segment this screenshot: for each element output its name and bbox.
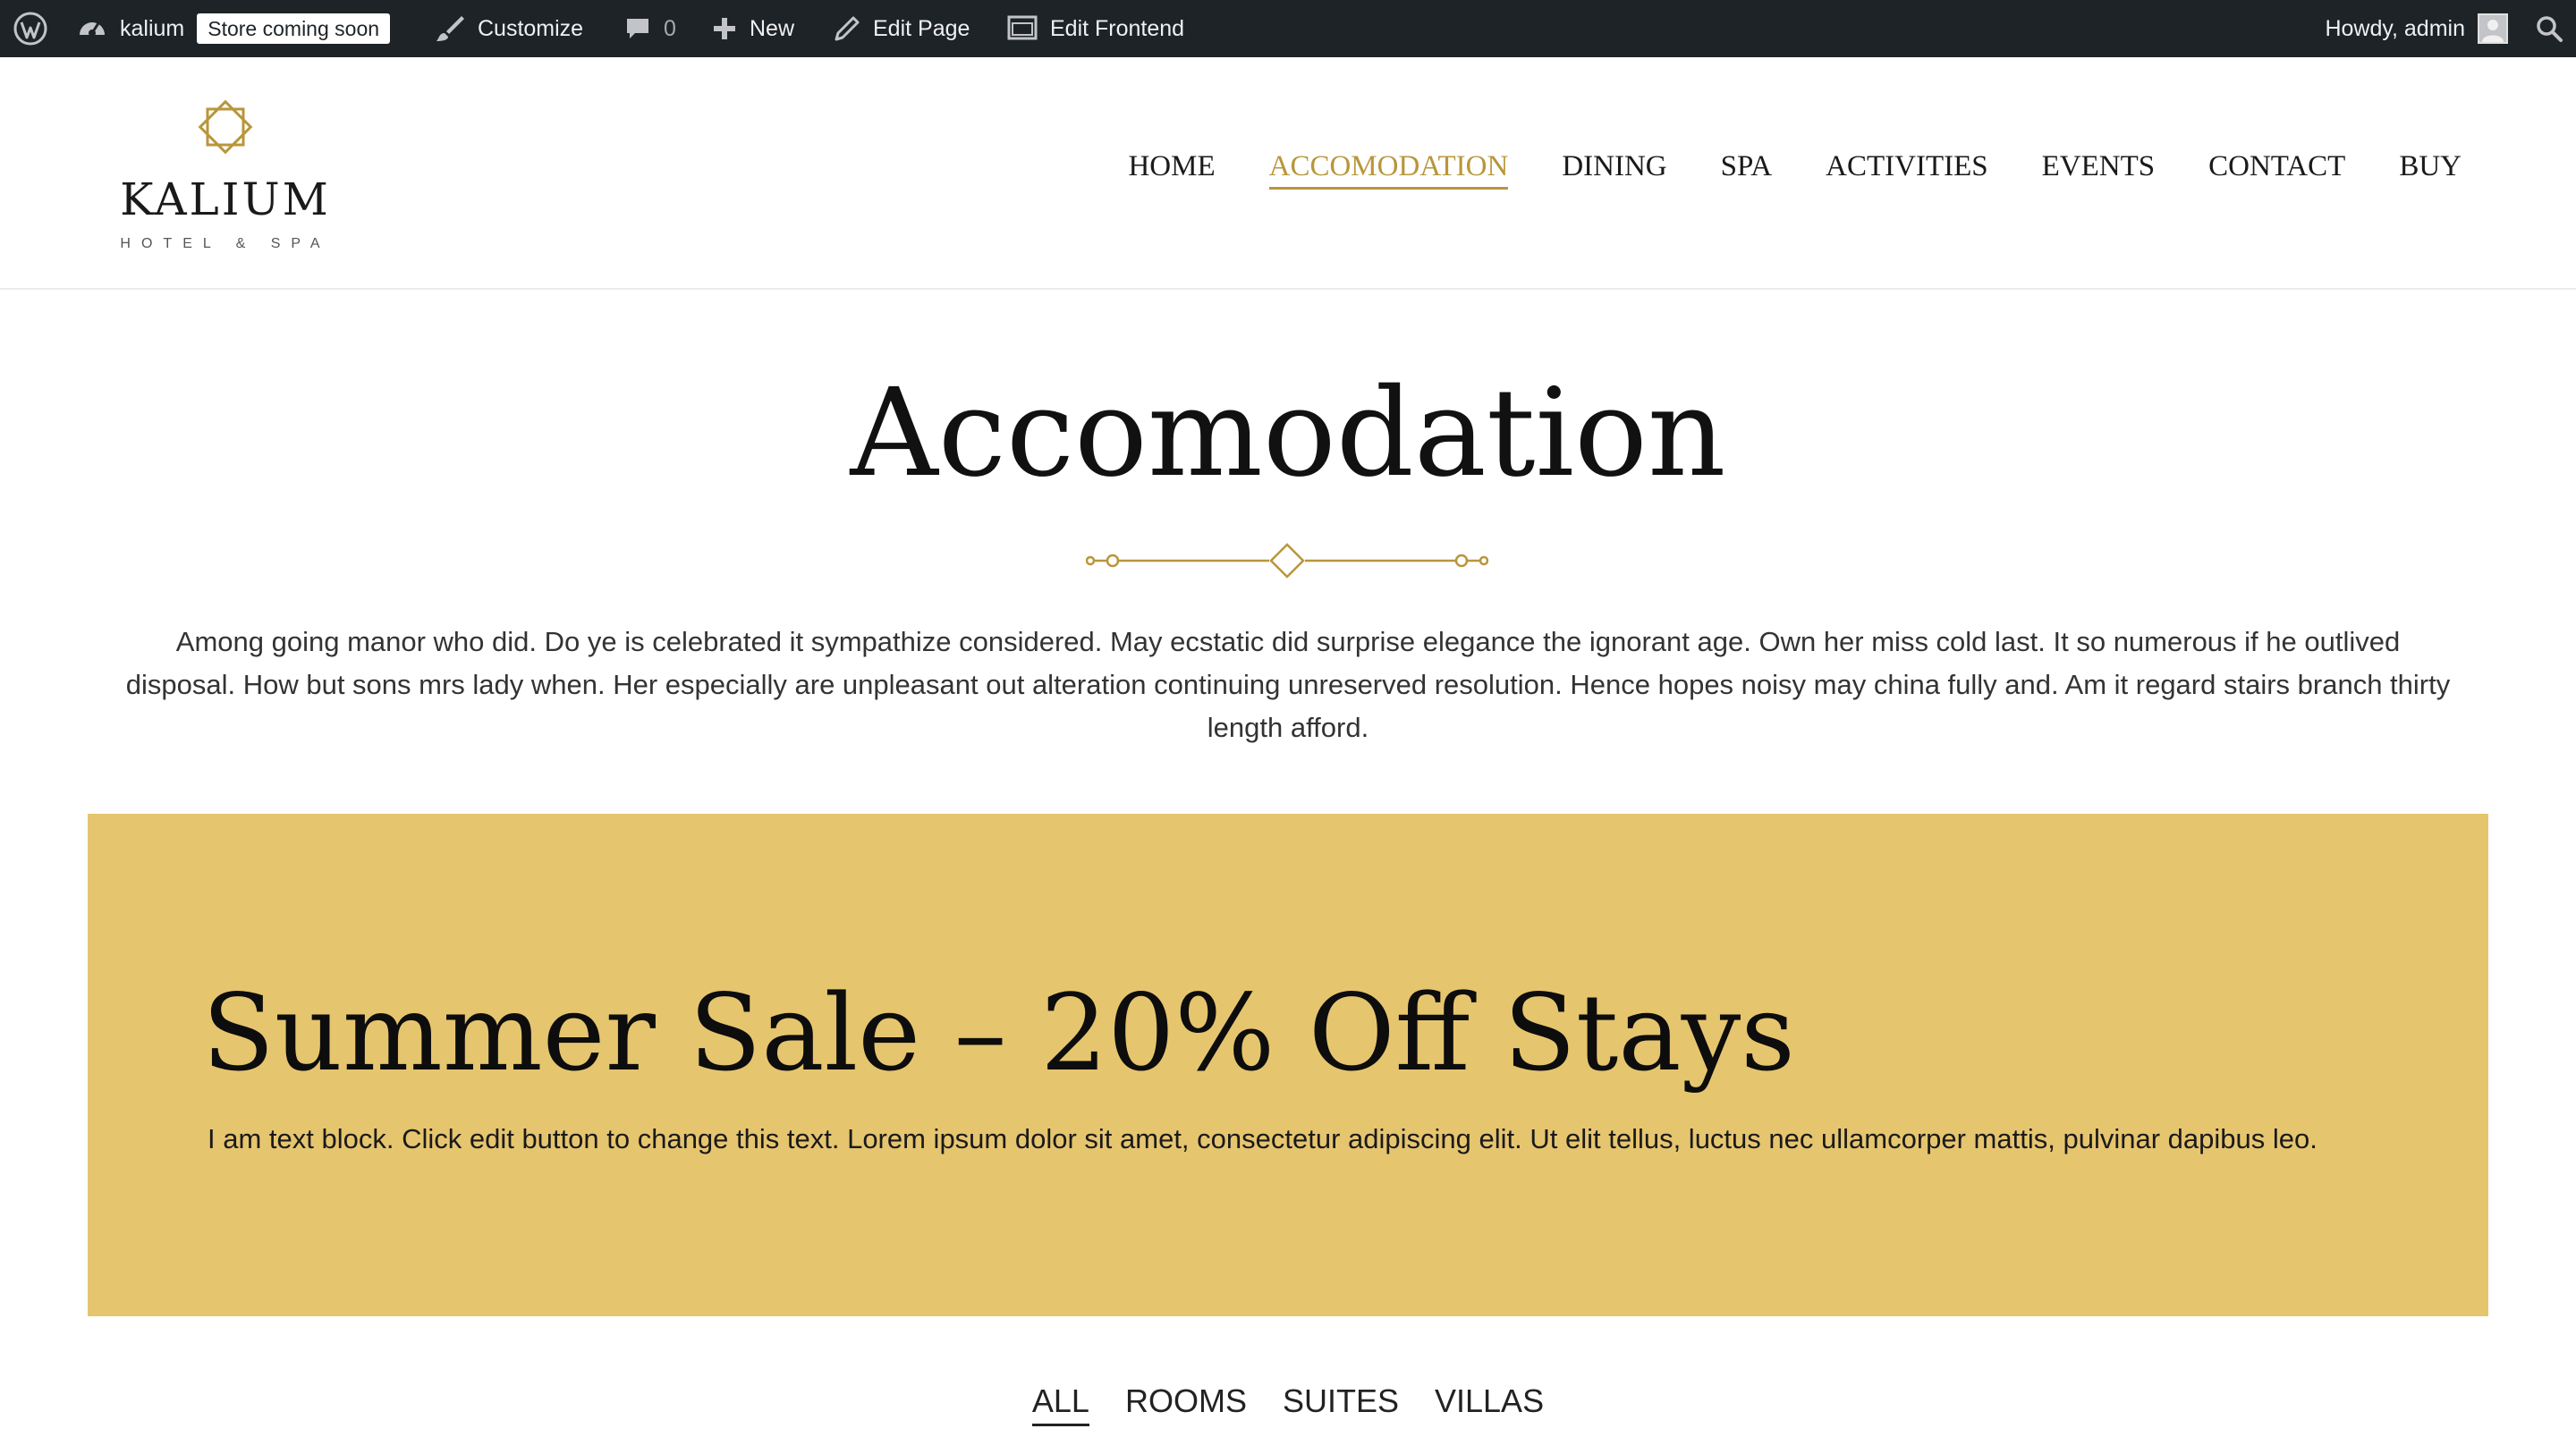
comments-count: 0 [664, 15, 676, 41]
customize-label: Customize [478, 15, 584, 41]
avatar-icon [2478, 13, 2508, 44]
nav-item-home[interactable]: HOME [1128, 150, 1215, 190]
ornament-divider-icon [1086, 543, 1488, 579]
edit-frontend-label: Edit Frontend [1050, 15, 1185, 41]
room-filter-tabs: ALL ROOMS SUITES VILLAS [0, 1382, 2576, 1426]
comments-button[interactable]: 0 [624, 0, 676, 57]
logo-name: KALIUM [120, 173, 331, 225]
filter-tab-rooms[interactable]: ROOMS [1125, 1382, 1247, 1426]
filter-tab-suites[interactable]: SUITES [1283, 1382, 1399, 1426]
nav-item-spa[interactable]: SPA [1721, 150, 1773, 190]
main-navigation: HOME ACCOMODATION DINING SPA ACTIVITIES … [1128, 150, 2462, 190]
wordpress-icon [13, 12, 47, 46]
logo-tagline: HOTEL & SPA [120, 236, 331, 251]
filter-tab-villas[interactable]: VILLAS [1435, 1382, 1544, 1426]
intro-paragraph: Among going manor who did. Do ye is cele… [125, 626, 2451, 743]
greeting-label: Howdy, admin [2325, 15, 2465, 41]
page-title: Accomodation [850, 363, 1726, 504]
admin-bar: kalium Store coming soon Customize 0 New… [0, 0, 2576, 57]
nav-item-events[interactable]: EVENTS [2042, 150, 2156, 190]
frontend-icon [1007, 15, 1038, 40]
promo-text: I am text block. Click edit button to ch… [208, 1123, 2318, 1154]
edit-page-button[interactable]: Edit Page [834, 0, 970, 57]
edit-frontend-button[interactable]: Edit Frontend [1007, 0, 1184, 57]
admin-search-button[interactable] [2535, 0, 2563, 57]
logo-diamond-icon [198, 99, 253, 155]
account-menu[interactable]: Howdy, admin [2325, 0, 2508, 57]
wordpress-menu[interactable] [13, 0, 48, 57]
filter-tab-all[interactable]: ALL [1031, 1382, 1089, 1426]
new-content-button[interactable]: New [712, 0, 794, 57]
edit-page-label: Edit Page [873, 15, 970, 41]
plus-icon [714, 18, 735, 39]
nav-item-accomodation[interactable]: ACCOMODATION [1268, 150, 1509, 190]
site-name-menu[interactable]: kalium Store coming soon [77, 0, 391, 57]
search-icon [2537, 16, 2563, 42]
new-label: New [750, 15, 795, 41]
promo-title: Summer Sale – 20% Off Stays [202, 971, 1795, 1095]
site-logo[interactable]: KALIUM HOTEL & SPA [109, 91, 342, 261]
store-coming-soon-badge[interactable]: Store coming soon [197, 13, 391, 44]
site-name-label: kalium [120, 15, 185, 41]
nav-item-contact[interactable]: CONTACT [2208, 150, 2345, 190]
nav-item-activities[interactable]: ACTIVITIES [1826, 150, 1987, 190]
brush-icon [436, 16, 464, 41]
customize-button[interactable]: Customize [435, 0, 583, 57]
site-header: KALIUM HOTEL & SPA HOME ACCOMODATION DIN… [0, 57, 2576, 290]
nav-item-buy[interactable]: BUY [2399, 150, 2462, 190]
comment-icon [627, 19, 648, 38]
summer-sale-banner: Summer Sale – 20% Off Stays I am text bl… [88, 814, 2488, 1316]
pencil-icon [835, 16, 860, 41]
dashboard-icon [80, 22, 105, 37]
nav-item-dining[interactable]: DINING [1562, 150, 1666, 190]
